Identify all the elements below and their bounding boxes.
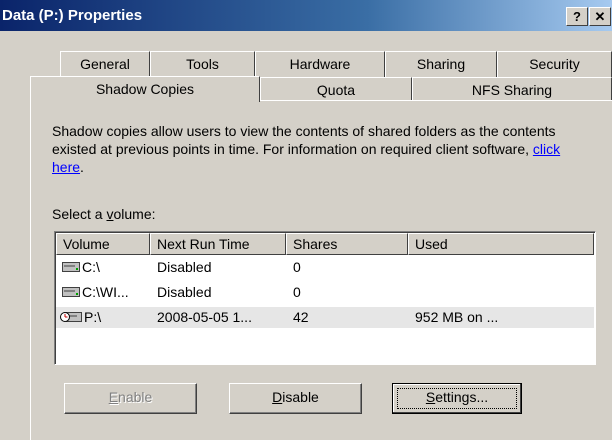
tab-quota[interactable]: Quota [260, 77, 412, 101]
enable-button[interactable]: Enable [64, 383, 197, 414]
shares-cell: 0 [293, 284, 301, 300]
used-cell: 952 MB on ... [415, 309, 499, 325]
column-used[interactable]: Used [408, 233, 594, 255]
settings-button[interactable]: Settings... [392, 383, 522, 414]
volume-cell: P:\ [84, 309, 102, 325]
select-volume-prefix: Select a [52, 206, 107, 222]
select-volume-label: Select a volume: [52, 206, 156, 222]
drive-icon [62, 262, 80, 272]
title-bar: Data (P:) Properties ? ✕ [0, 0, 612, 31]
enable-accel: E [108, 389, 119, 405]
tab-tools[interactable]: Tools [150, 51, 255, 77]
next-run-cell: Disabled [157, 259, 212, 275]
column-shares[interactable]: Shares [286, 233, 408, 255]
window-title: Data (P:) Properties [2, 7, 143, 24]
volume-cell: C:\WI... [82, 284, 129, 300]
shadow-copies-description: Shadow copies allow users to view the co… [52, 122, 572, 176]
volume-cell: C:\ [82, 259, 100, 275]
help-icon: ? [573, 9, 581, 24]
volume-list[interactable]: Volume Next Run Time Shares Used C:\ Dis… [54, 231, 596, 365]
table-row[interactable]: C:\ Disabled 0 [56, 257, 594, 278]
next-run-cell: Disabled [157, 284, 212, 300]
close-icon: ✕ [594, 9, 606, 24]
column-volume[interactable]: Volume [56, 233, 150, 255]
disable-label: isable [282, 389, 319, 405]
shares-cell: 42 [293, 309, 309, 325]
disable-button[interactable]: Disable [229, 383, 362, 414]
scheduled-drive-icon [60, 312, 82, 322]
next-run-cell: 2008-05-05 1... [157, 309, 252, 325]
tab-shadow-copies[interactable]: Shadow Copies [30, 76, 260, 102]
shares-cell: 0 [293, 259, 301, 275]
tab-hardware[interactable]: Hardware [255, 51, 385, 77]
table-row[interactable]: C:\WI... Disabled 0 [56, 282, 594, 303]
table-row[interactable]: P:\ 2008-05-05 1... 42 952 MB on ... [56, 307, 594, 328]
help-button[interactable]: ? [566, 7, 588, 26]
disable-accel: D [272, 389, 283, 405]
column-next-run-time[interactable]: Next Run Time [150, 233, 286, 255]
tab-sharing[interactable]: Sharing [385, 51, 497, 77]
select-volume-suffix: olume: [113, 206, 156, 222]
description-period: . [80, 159, 84, 175]
enable-label: nable [118, 389, 153, 405]
close-button[interactable]: ✕ [589, 7, 611, 26]
tab-security[interactable]: Security [497, 51, 612, 77]
settings-label: ettings... [435, 389, 489, 405]
tab-general[interactable]: General [60, 51, 150, 77]
description-text: Shadow copies allow users to view the co… [52, 123, 556, 157]
drive-icon [62, 287, 80, 297]
settings-accel: S [425, 389, 436, 405]
tab-nfs-sharing[interactable]: NFS Sharing [412, 77, 612, 101]
